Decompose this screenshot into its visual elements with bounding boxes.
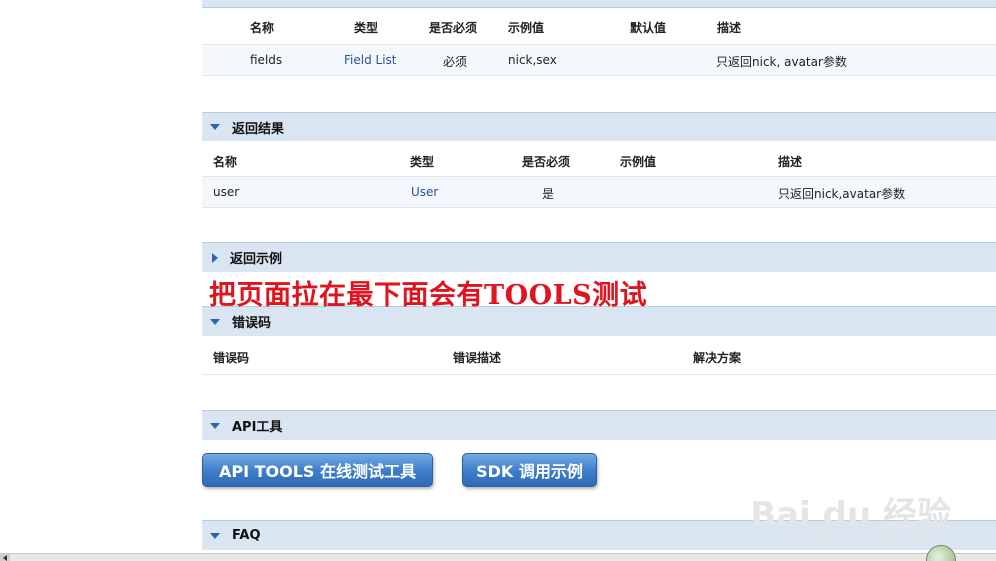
request-params-header-row: 名称 类型 是否必须 示例值 默认值 描述 bbox=[202, 8, 996, 44]
col-name: 名称 bbox=[250, 21, 275, 35]
table-row: fields Field List 必须 nick,sex 只返回nick, a… bbox=[202, 44, 996, 76]
scroll-left-arrow-icon[interactable] bbox=[0, 554, 10, 561]
param-type-link[interactable]: Field List bbox=[344, 53, 397, 67]
section-api-tools[interactable]: API工具 bbox=[202, 410, 996, 440]
col-required: 是否必须 bbox=[522, 155, 571, 169]
result-type-link[interactable]: User bbox=[411, 185, 438, 199]
horizontal-scrollbar[interactable] bbox=[0, 553, 996, 561]
param-required: 必须 bbox=[443, 55, 468, 69]
annotation-text: 把页面拉在最下面会有TOOLS测试 bbox=[209, 280, 648, 311]
col-type: 类型 bbox=[410, 155, 435, 169]
collapse-caret-icon bbox=[210, 422, 220, 429]
col-error-desc: 错误描述 bbox=[453, 351, 502, 365]
result-desc: 只返回nick,avatar参数 bbox=[778, 187, 906, 201]
collapse-caret-icon bbox=[210, 532, 220, 539]
baidu-watermark-url: jingyan.baidu.com bbox=[792, 525, 940, 544]
return-result-header-row: 名称 类型 是否必须 示例值 描述 bbox=[202, 141, 996, 177]
section-title: 错误码 bbox=[232, 316, 272, 331]
col-example: 示例值 bbox=[508, 21, 545, 35]
section-title: FAQ bbox=[232, 528, 261, 543]
param-example: nick,sex bbox=[508, 53, 557, 67]
collapse-caret-icon bbox=[210, 124, 220, 130]
expand-caret-icon bbox=[212, 252, 218, 263]
col-desc: 描述 bbox=[778, 155, 803, 169]
api-doc-content: 名称 类型 是否必须 示例值 默认值 描述 fields Field List … bbox=[202, 0, 996, 550]
col-example: 示例值 bbox=[620, 155, 657, 169]
col-desc: 描述 bbox=[717, 21, 742, 35]
col-error-code: 错误码 bbox=[213, 351, 250, 365]
section-title: 返回示例 bbox=[230, 252, 283, 267]
section-title: API工具 bbox=[232, 420, 283, 435]
col-required: 是否必须 bbox=[429, 21, 478, 35]
sdk-example-button[interactable]: SDK 调用示例 bbox=[462, 453, 597, 487]
col-name: 名称 bbox=[213, 155, 238, 169]
section-bar-top bbox=[202, 0, 996, 8]
col-type: 类型 bbox=[354, 21, 379, 35]
result-required: 是 bbox=[542, 187, 555, 201]
api-tools-button[interactable]: API TOOLS 在线测试工具 bbox=[202, 453, 433, 487]
param-name: fields bbox=[250, 53, 283, 67]
section-title: 返回结果 bbox=[232, 121, 285, 137]
col-solution: 解决方案 bbox=[693, 351, 742, 365]
result-name: user bbox=[213, 185, 240, 199]
section-return-result[interactable]: 返回结果 bbox=[202, 112, 996, 141]
col-default: 默认值 bbox=[630, 21, 667, 35]
error-codes-header-row: 错误码 错误描述 解决方案 bbox=[202, 336, 996, 375]
section-return-example[interactable]: 返回示例 bbox=[202, 242, 996, 272]
table-row: user User 是 只返回nick,avatar参数 bbox=[202, 177, 996, 208]
page: 名称 类型 是否必须 示例值 默认值 描述 fields Field List … bbox=[0, 0, 996, 561]
red-annotation: 把页面拉在最下面会有TOOLS测试 bbox=[202, 272, 996, 311]
collapse-caret-icon bbox=[210, 318, 220, 325]
param-desc: 只返回nick, avatar参数 bbox=[716, 55, 847, 69]
